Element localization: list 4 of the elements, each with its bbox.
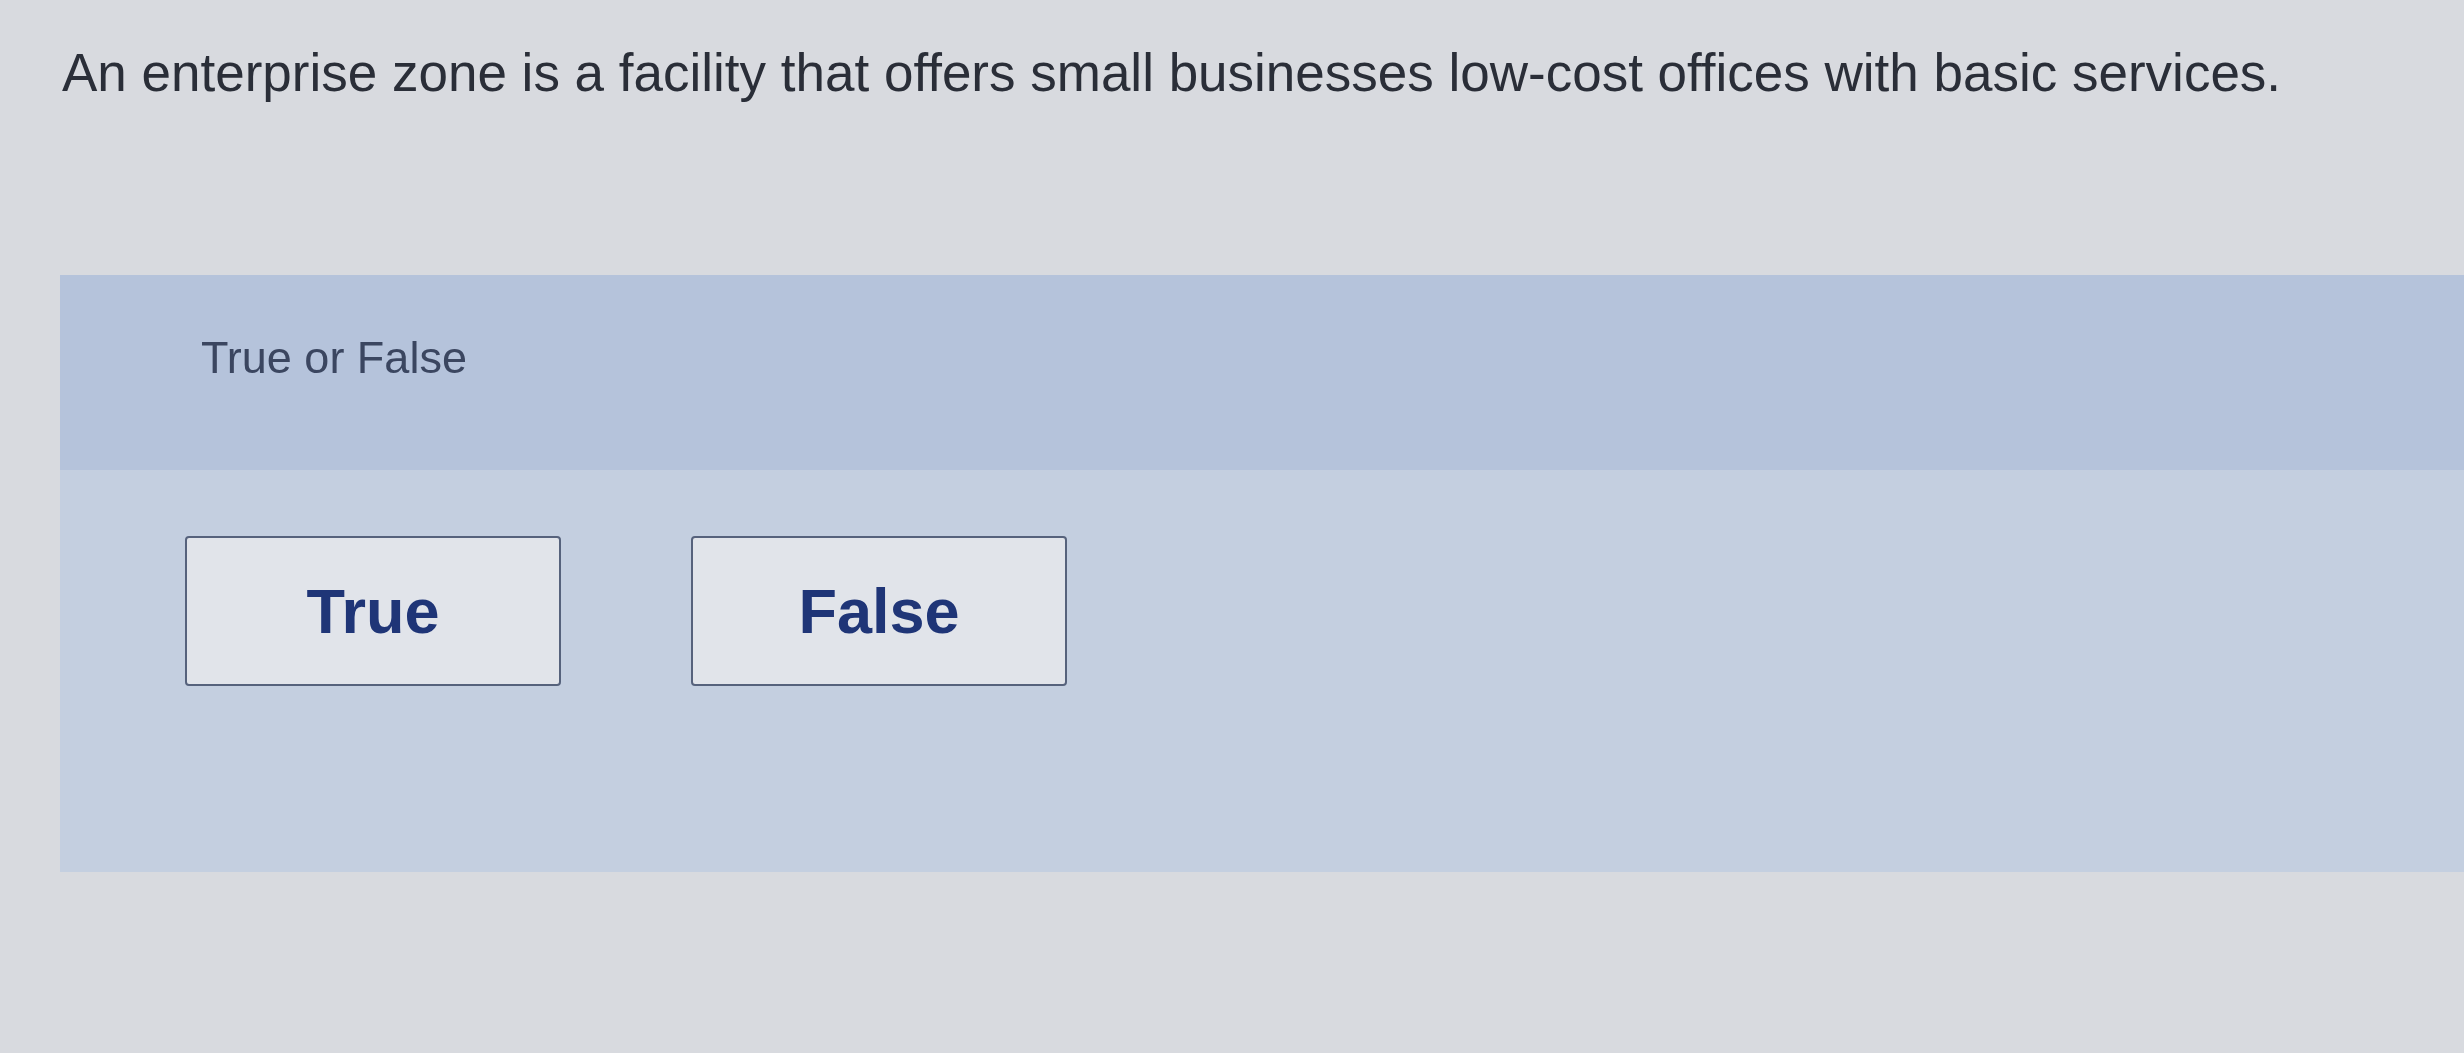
answer-option-button[interactable]: True (185, 536, 561, 686)
answer-option-button[interactable]: False (691, 536, 1067, 686)
question-text: An enterprise zone is a facility that offers small businesses low-cost offices with basic services. (62, 42, 2282, 104)
prompt-text: True or False (201, 331, 467, 385)
